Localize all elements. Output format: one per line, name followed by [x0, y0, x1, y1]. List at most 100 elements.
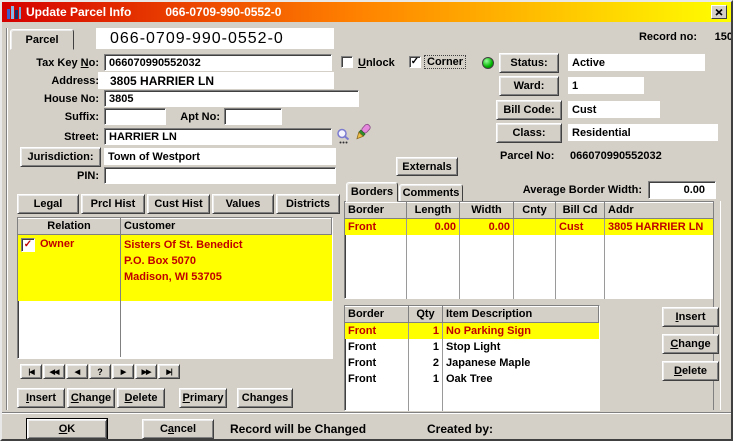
- items-table-header: Border Qty Item Description: [345, 306, 599, 323]
- label-part: nsert: [29, 392, 56, 404]
- label-part: rimary: [190, 392, 224, 404]
- customer-delete-button[interactable]: Delete: [117, 388, 165, 408]
- apt-no-label: Apt No:: [170, 111, 220, 123]
- relation-cell: ✓ Owner: [18, 235, 121, 301]
- label-part: Changes: [242, 392, 288, 404]
- suffix-input[interactable]: [104, 108, 166, 125]
- customer-change-button[interactable]: Change: [67, 388, 115, 408]
- parcel-id-display: 066-0709-990-0552-0: [96, 28, 334, 49]
- qty-column-header[interactable]: Qty: [409, 306, 443, 322]
- nav-forward-button[interactable]: ▶: [112, 364, 134, 379]
- average-border-width-label: Average Border Width:: [507, 184, 642, 196]
- ward-button[interactable]: Ward:: [499, 76, 559, 96]
- status-button[interactable]: Status:: [499, 53, 559, 73]
- owner-checkbox[interactable]: ✓: [21, 238, 35, 252]
- legal-button[interactable]: Legal: [17, 194, 79, 214]
- street-input[interactable]: HARRIER LN: [104, 128, 332, 145]
- values-button[interactable]: Values: [212, 194, 274, 214]
- border-row[interactable]: Front 0.00 0.00 Cust 3805 HARRIER LN: [345, 219, 715, 235]
- class-button[interactable]: Class:: [496, 123, 562, 143]
- item-row[interactable]: Front 1 Stop Light: [345, 339, 599, 355]
- borders-table-empty-area: [345, 235, 715, 299]
- cnty-column-header[interactable]: Cnty: [514, 202, 556, 218]
- window-title: Update Parcel Info: [26, 5, 131, 19]
- districts-button[interactable]: Districts: [276, 194, 340, 214]
- label-part: nsert: [679, 311, 706, 323]
- nav-first-icon: |◀: [28, 368, 33, 376]
- app-icon: [6, 4, 22, 20]
- corner-checkbox[interactable]: ✓: [409, 56, 421, 68]
- nav-last-button[interactable]: ▶|: [158, 364, 180, 379]
- button-label: Primary: [183, 392, 224, 404]
- items-table-empty-area: [345, 387, 599, 411]
- bill-code-button[interactable]: Bill Code:: [496, 100, 562, 120]
- jurisdiction-button[interactable]: Jurisdiction:: [20, 147, 101, 167]
- item-qty-cell: 1: [409, 371, 443, 387]
- tab-parcel[interactable]: Parcel: [10, 29, 74, 50]
- house-no-value: 3805: [109, 93, 133, 105]
- customer-insert-button[interactable]: Insert: [17, 388, 65, 408]
- button-label: Delete: [124, 392, 157, 404]
- tax-key-input[interactable]: 066070990552032: [104, 54, 332, 71]
- close-button[interactable]: [711, 5, 727, 19]
- average-border-width-input[interactable]: 0.00: [648, 181, 716, 199]
- externals-button[interactable]: Externals: [396, 157, 458, 176]
- empty-cell: [514, 235, 556, 299]
- primary-button[interactable]: Primary: [179, 388, 227, 408]
- street-search-icon[interactable]: [336, 128, 353, 145]
- changes-button[interactable]: Changes: [237, 388, 293, 408]
- customer-row[interactable]: ✓ Owner Sisters Of St. Benedict P.O. Box…: [18, 235, 332, 301]
- item-row[interactable]: Front 2 Japanese Maple: [345, 355, 599, 371]
- bill-cd-column-header[interactable]: Bill Cd: [556, 202, 605, 218]
- nav-locate-button[interactable]: ?: [89, 364, 111, 379]
- nav-first-button[interactable]: |◀: [20, 364, 42, 379]
- item-row[interactable]: Front 1 No Parking Sign: [345, 323, 599, 339]
- tab-comments[interactable]: Comments: [399, 184, 463, 202]
- item-border-cell: Front: [345, 323, 409, 339]
- tab-borders[interactable]: Borders: [346, 182, 398, 202]
- item-insert-button[interactable]: Insert: [662, 307, 719, 327]
- empty-cell: [443, 387, 599, 411]
- titlebar[interactable]: Update Parcel Info 066-0709-990-0552-0: [2, 2, 731, 22]
- apt-no-input[interactable]: [224, 108, 282, 125]
- tab-borders-label: Borders: [351, 186, 393, 198]
- item-border-column-header[interactable]: Border: [345, 306, 409, 322]
- item-qty-cell: 2: [409, 355, 443, 371]
- cancel-button[interactable]: Cancel: [142, 419, 214, 439]
- customer-column-header[interactable]: Customer: [121, 218, 332, 234]
- house-no-input[interactable]: 3805: [104, 90, 359, 107]
- item-row[interactable]: Front 1 Oak Tree: [345, 371, 599, 387]
- nav-page-back-button[interactable]: ◀◀: [43, 364, 65, 379]
- label-part: ncel: [174, 423, 196, 435]
- label-part: Corner: [427, 56, 463, 68]
- nav-back-button[interactable]: ◀: [66, 364, 88, 379]
- label-part: hange: [678, 338, 710, 350]
- bill-code-display: Cust: [568, 101, 660, 118]
- nav-page-forward-button[interactable]: ▶▶: [135, 364, 157, 379]
- address-display: 3805 HARRIER LN: [98, 72, 334, 89]
- relation-value: Owner: [40, 238, 74, 250]
- item-delete-button[interactable]: Delete: [662, 361, 719, 381]
- customer-table: Relation Customer ✓ Owner Sisters Of St.…: [17, 217, 333, 359]
- empty-cell: [18, 301, 121, 357]
- label-part: C: [160, 423, 168, 435]
- prcl-hist-button[interactable]: Prcl Hist: [81, 194, 145, 214]
- addr-column-header[interactable]: Addr: [605, 202, 715, 218]
- cust-hist-button[interactable]: Cust Hist: [147, 194, 210, 214]
- border-column-header[interactable]: Border: [345, 202, 407, 218]
- label-part: K: [67, 423, 75, 435]
- item-change-button[interactable]: Change: [662, 334, 719, 354]
- jurisdiction-button-label: Jurisdiction:: [27, 151, 93, 163]
- width-column-header[interactable]: Width: [460, 202, 514, 218]
- length-column-header[interactable]: Length: [407, 202, 460, 218]
- relation-column-header[interactable]: Relation: [18, 218, 121, 234]
- button-label: Cancel: [160, 423, 196, 435]
- nav-page-forward-icon: ▶▶: [142, 368, 151, 376]
- ok-button[interactable]: OK: [27, 419, 107, 439]
- item-desc-cell: Japanese Maple: [443, 355, 599, 371]
- item-description-column-header[interactable]: Item Description: [443, 306, 599, 322]
- pin-input[interactable]: [104, 167, 336, 184]
- unlock-checkbox[interactable]: [341, 56, 353, 68]
- street-edit-pencil-icon[interactable]: [353, 122, 373, 143]
- status-button-label: Status:: [510, 57, 547, 69]
